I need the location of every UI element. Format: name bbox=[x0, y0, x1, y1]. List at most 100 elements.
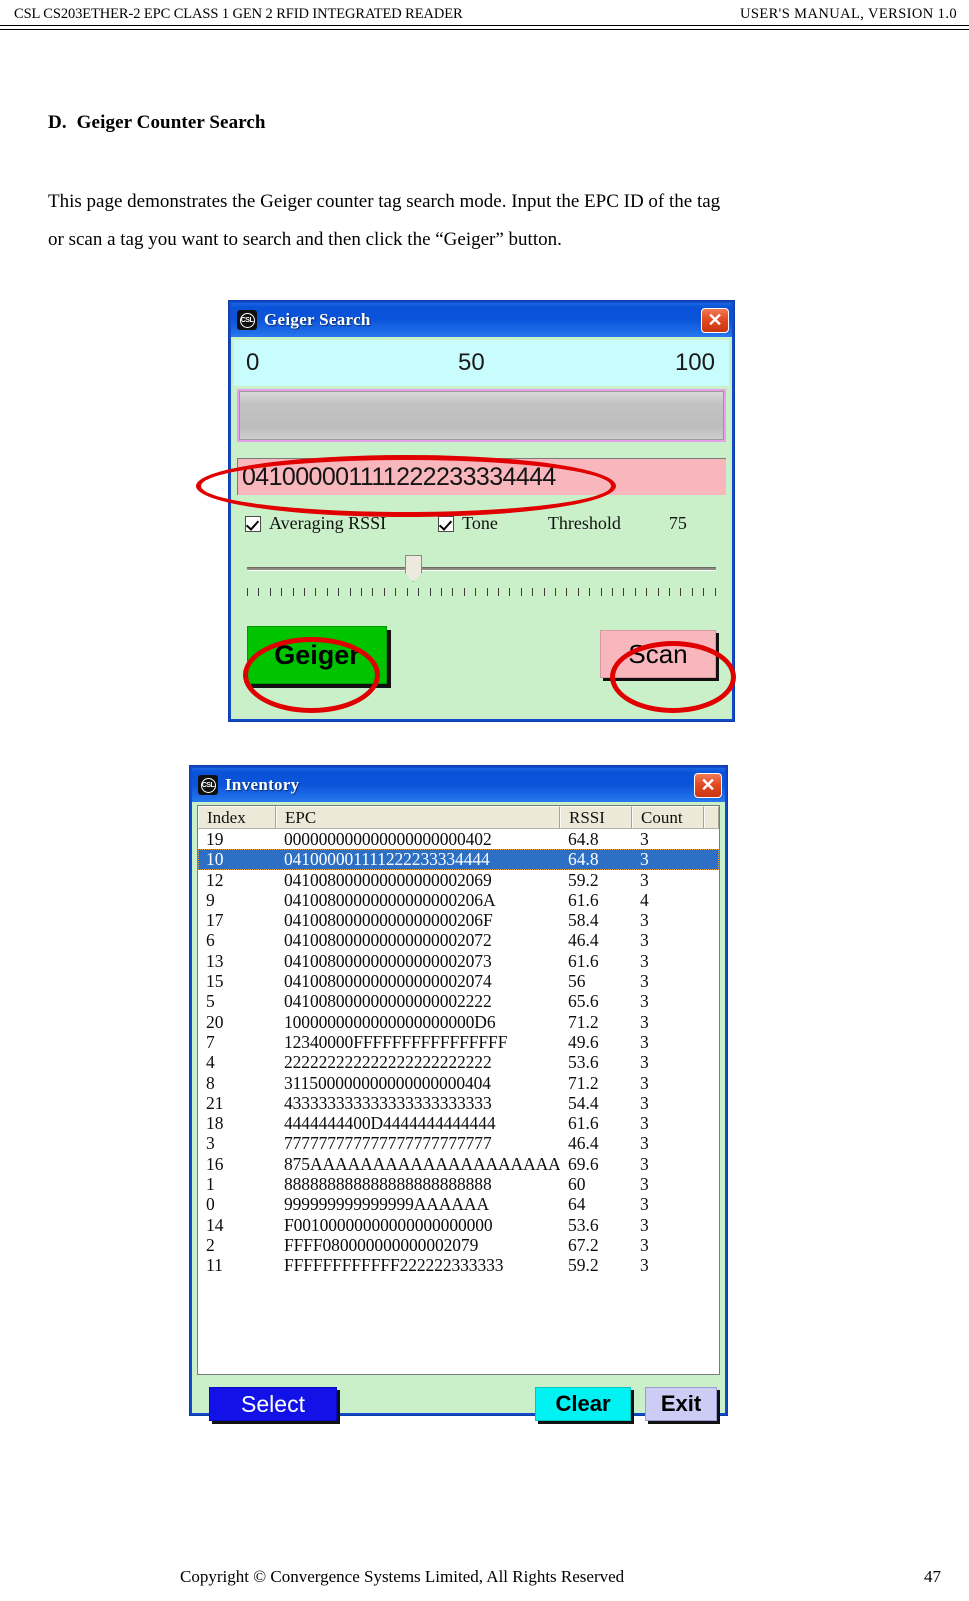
slider-tick bbox=[338, 588, 340, 596]
table-row[interactable]: 1 888888888888888888888888 60 3 bbox=[198, 1174, 719, 1194]
slider-tick bbox=[589, 588, 591, 596]
threshold-slider[interactable] bbox=[245, 554, 718, 584]
slider-tick bbox=[304, 588, 306, 596]
cell-epc: 041000001111222233334444 bbox=[284, 849, 490, 870]
tone-label: Tone bbox=[462, 513, 498, 533]
slider-tick bbox=[714, 588, 716, 596]
table-row[interactable]: 20 1000000000000000000000D6 71.2 3 bbox=[198, 1012, 719, 1032]
table-row[interactable]: 9 04100800000000000000206A 61.6 4 bbox=[198, 890, 719, 910]
cell-count: 3 bbox=[640, 950, 649, 971]
slider-tick bbox=[269, 588, 271, 596]
cell-epc: 433333333333333333333333 bbox=[284, 1092, 492, 1113]
cell-rssi: 65.6 bbox=[568, 991, 599, 1012]
page-header: CSL CS203ETHER-2 EPC CLASS 1 GEN 2 RFID … bbox=[0, 0, 969, 28]
table-row[interactable]: 0 999999999999999AAAAAA 64 3 bbox=[198, 1194, 719, 1214]
table-row[interactable]: 8 311500000000000000000404 71.2 3 bbox=[198, 1073, 719, 1093]
table-row[interactable]: 12 041008000000000000002069 59.2 3 bbox=[198, 870, 719, 890]
cell-index: 17 bbox=[206, 910, 224, 931]
table-row[interactable]: 18 4444444400D4444444444444 61.6 3 bbox=[198, 1113, 719, 1133]
slider-tick bbox=[429, 588, 431, 596]
table-row[interactable]: 5 041008000000000000002222 65.6 3 bbox=[198, 991, 719, 1011]
slider-tick-marks bbox=[247, 588, 716, 600]
table-row[interactable]: 15 041008000000000000002074 56 3 bbox=[198, 971, 719, 991]
averaging-rssi-label: Averaging RSSI bbox=[269, 513, 387, 533]
signal-strength-gauge bbox=[237, 389, 726, 442]
slider-tick bbox=[566, 588, 568, 596]
column-header-rssi[interactable]: RSSI bbox=[560, 806, 632, 828]
close-icon[interactable]: ✕ bbox=[694, 772, 722, 798]
cell-epc: 12340000FFFFFFFFFFFFFFFF bbox=[284, 1031, 508, 1052]
column-header-extra[interactable] bbox=[704, 806, 719, 828]
cell-epc: F00100000000000000000000 bbox=[284, 1214, 493, 1235]
slider-thumb[interactable] bbox=[405, 555, 422, 582]
csl-logo-icon: CSL bbox=[198, 775, 218, 795]
cell-count: 3 bbox=[640, 1113, 649, 1134]
geiger-titlebar[interactable]: CSL Geiger Search ✕ bbox=[231, 303, 732, 337]
cell-rssi: 61.6 bbox=[568, 889, 599, 910]
cell-epc: 4444444400D4444444444444 bbox=[284, 1113, 496, 1134]
epc-id-input[interactable]: 041000001111222233334444 bbox=[237, 458, 726, 495]
cell-count: 3 bbox=[640, 1011, 649, 1032]
cell-epc: FFFF080000000000002079 bbox=[284, 1234, 479, 1255]
slider-tick bbox=[554, 588, 556, 596]
table-row[interactable]: 11 FFFFFFFFFFFF222222333333 59.2 3 bbox=[198, 1255, 719, 1275]
slider-tick bbox=[691, 588, 693, 596]
slider-tick bbox=[440, 588, 442, 596]
tone-checkbox[interactable] bbox=[438, 515, 455, 532]
select-button[interactable]: Select bbox=[209, 1387, 337, 1421]
geiger-button[interactable]: Geiger bbox=[247, 626, 387, 684]
threshold-label: Threshold bbox=[547, 513, 621, 533]
cell-rssi: 59.2 bbox=[568, 869, 599, 890]
table-row[interactable]: 21 433333333333333333333333 54.4 3 bbox=[198, 1093, 719, 1113]
table-row[interactable]: 10 041000001111222233334444 64.8 3 bbox=[198, 849, 719, 870]
table-row[interactable]: 3 777777777777777777777777 46.4 3 bbox=[198, 1133, 719, 1153]
table-row[interactable]: 13 041008000000000000002073 61.6 3 bbox=[198, 951, 719, 971]
table-row[interactable]: 17 04100800000000000000206F 58.4 3 bbox=[198, 910, 719, 930]
inventory-titlebar[interactable]: CSL Inventory ✕ bbox=[192, 768, 725, 802]
slider-tick bbox=[326, 588, 328, 596]
table-body: 19 000000000000000000000402 64.8 3 10 0410000… bbox=[198, 829, 719, 1374]
cell-count: 3 bbox=[640, 930, 649, 951]
slider-tick bbox=[623, 588, 625, 596]
cell-epc: 041008000000000000002069 bbox=[284, 869, 492, 890]
close-icon[interactable]: ✕ bbox=[701, 307, 729, 333]
cell-count: 3 bbox=[640, 910, 649, 931]
inventory-window: CSL Inventory ✕ Index EPC RSSI Count 19 0… bbox=[190, 766, 727, 1421]
table-header-row: Index EPC RSSI Count bbox=[198, 806, 719, 829]
table-row[interactable]: 2 FFFF080000000000002079 67.2 3 bbox=[198, 1235, 719, 1255]
cell-epc: 222222222222222222222222 bbox=[284, 1052, 492, 1073]
body-paragraph: This page demonstrates the Geiger counte… bbox=[48, 183, 922, 259]
cell-count: 3 bbox=[640, 1255, 649, 1276]
scan-button[interactable]: Scan bbox=[600, 630, 716, 678]
copyright-text: Copyright © Convergence Systems Limited,… bbox=[180, 1567, 625, 1586]
cell-rssi: 61.6 bbox=[568, 950, 599, 971]
table-row[interactable]: 16 875AAAAAAAAAAAAAAAAAAAAA 69.6 3 bbox=[198, 1154, 719, 1174]
slider-tick bbox=[669, 588, 671, 596]
table-row[interactable]: 14 F00100000000000000000000 53.6 3 bbox=[198, 1215, 719, 1235]
table-row[interactable]: 7 12340000FFFFFFFFFFFFFFFF 49.6 3 bbox=[198, 1032, 719, 1052]
column-header-count[interactable]: Count bbox=[632, 806, 704, 828]
slider-tick bbox=[486, 588, 488, 596]
table-row[interactable]: 19 000000000000000000000402 64.8 3 bbox=[198, 829, 719, 849]
slider-tick bbox=[646, 588, 648, 596]
cell-epc: 777777777777777777777777 bbox=[284, 1133, 492, 1154]
slider-tick bbox=[418, 588, 420, 596]
table-row[interactable]: 4 222222222222222222222222 53.6 3 bbox=[198, 1052, 719, 1072]
slider-tick bbox=[532, 588, 534, 596]
column-header-index[interactable]: Index bbox=[198, 806, 276, 828]
csl-logo-text: CSL bbox=[200, 777, 216, 793]
cell-index: 2 bbox=[206, 1234, 215, 1255]
column-header-epc[interactable]: EPC bbox=[276, 806, 560, 828]
averaging-rssi-checkbox[interactable] bbox=[245, 515, 261, 532]
exit-button[interactable]: Exit bbox=[645, 1387, 717, 1421]
cell-epc: 041008000000000000002222 bbox=[284, 991, 492, 1012]
cell-rssi: 49.6 bbox=[568, 1031, 599, 1052]
table-row[interactable]: 6 041008000000000000002072 46.4 3 bbox=[198, 930, 719, 950]
cell-rssi: 46.4 bbox=[568, 1133, 599, 1154]
cell-count: 3 bbox=[640, 1031, 649, 1052]
cell-index: 18 bbox=[206, 1113, 224, 1134]
cell-index: 21 bbox=[206, 1092, 224, 1113]
clear-button[interactable]: Clear bbox=[535, 1387, 631, 1421]
cell-count: 3 bbox=[640, 1052, 649, 1073]
cell-epc: 041008000000000000002074 bbox=[284, 971, 492, 992]
